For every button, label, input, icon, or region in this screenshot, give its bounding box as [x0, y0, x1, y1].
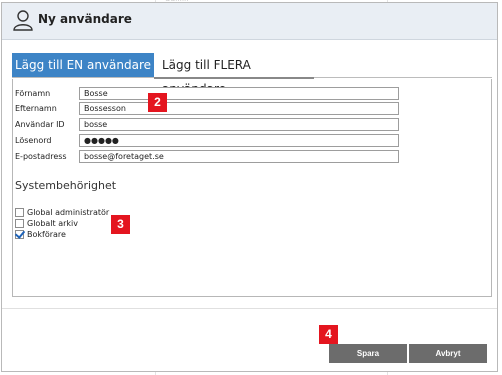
- last-name-field[interactable]: Bossesson: [79, 102, 399, 115]
- checkbox[interactable]: [15, 219, 24, 228]
- permission-label: Bokförare: [27, 230, 66, 239]
- user-id-field[interactable]: bosse: [79, 118, 399, 131]
- email-label: E-postadress: [15, 152, 67, 161]
- checkbox[interactable]: [15, 208, 24, 217]
- permission-label: Globalt arkiv: [27, 219, 78, 228]
- first-name-label: Förnamn: [15, 89, 51, 98]
- tab-add-one-user[interactable]: Lägg till EN användare: [12, 53, 154, 77]
- last-name-label: Efternamn: [15, 104, 57, 113]
- tab-add-multiple-users[interactable]: Lägg till FLERA användare: [162, 53, 312, 96]
- permission-label: Global administratör: [27, 208, 110, 217]
- annotation-marker: 4: [319, 325, 338, 344]
- permission-bookkeeper[interactable]: Bokförare: [15, 230, 66, 242]
- footer-divider: [2, 308, 497, 309]
- permissions-title: Systembehörighet: [15, 179, 117, 192]
- dialog-title: Ny användare: [38, 12, 132, 26]
- checkbox-checked[interactable]: [15, 230, 24, 239]
- annotation-marker: 2: [148, 93, 167, 112]
- annotation-marker: 3: [111, 215, 130, 234]
- dialog-titlebar: Ny användare: [2, 3, 497, 40]
- user-icon: [13, 10, 33, 31]
- password-field[interactable]: ●●●●●: [79, 134, 399, 147]
- user-id-label: Användar ID: [15, 120, 65, 129]
- new-user-dialog: Ny användare Lägg till EN användare Lägg…: [1, 2, 498, 372]
- save-button[interactable]: Spara: [329, 344, 407, 363]
- cancel-button[interactable]: Avbryt: [409, 344, 487, 363]
- first-name-field[interactable]: Bosse: [79, 87, 399, 100]
- email-field[interactable]: bosse@foretaget.se: [79, 150, 399, 163]
- password-label: Lösenord: [15, 136, 52, 145]
